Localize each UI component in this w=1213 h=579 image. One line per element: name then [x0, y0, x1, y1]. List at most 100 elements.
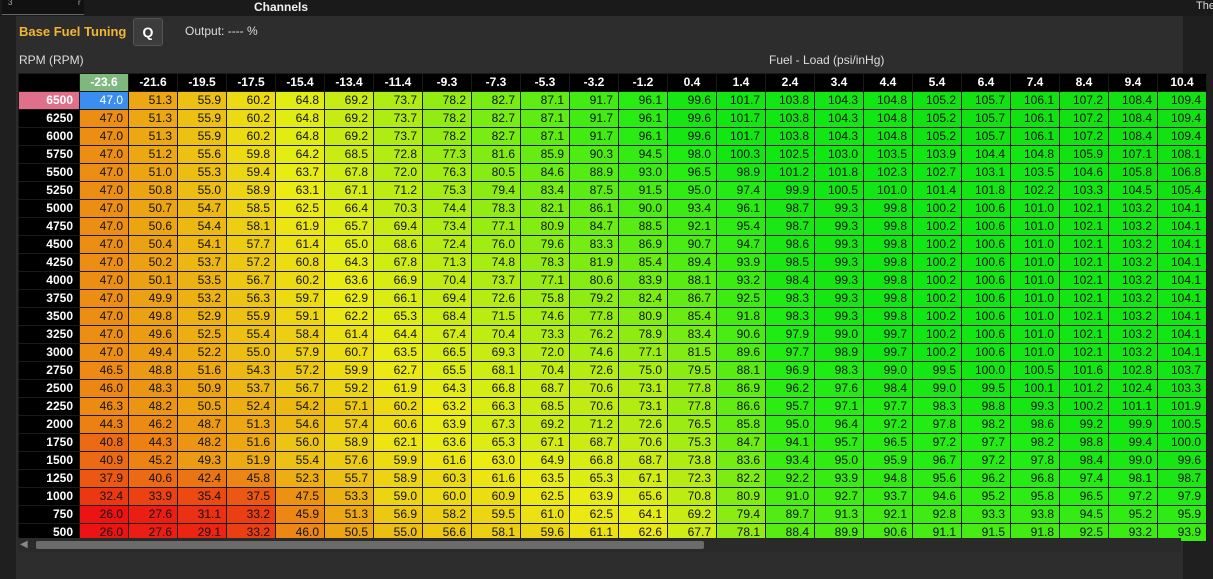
table-cell[interactable]: 101.1: [1109, 398, 1157, 415]
table-cell[interactable]: 103.2: [1109, 308, 1157, 325]
table-cell[interactable]: 104.4: [962, 146, 1010, 163]
table-cell[interactable]: 100.6: [962, 218, 1010, 235]
table-cell[interactable]: 69.4: [423, 290, 471, 307]
table-cell[interactable]: 95.9: [1158, 506, 1206, 523]
table-cell[interactable]: 96.9: [766, 362, 814, 379]
table-cell[interactable]: 48.8: [129, 362, 177, 379]
column-header[interactable]: -21.6: [129, 74, 177, 91]
table-cell[interactable]: 61.4: [325, 326, 373, 343]
table-cell[interactable]: 71.2: [374, 182, 422, 199]
table-cell[interactable]: 100.5: [815, 182, 863, 199]
table-cell[interactable]: 87.1: [521, 92, 569, 109]
table-cell[interactable]: 99.7: [864, 326, 912, 343]
table-cell[interactable]: 62.1: [374, 434, 422, 451]
table-cell[interactable]: 67.4: [423, 326, 471, 343]
column-header[interactable]: -5.3: [521, 74, 569, 91]
table-cell[interactable]: 56.3: [227, 290, 275, 307]
row-header[interactable]: 6500: [19, 92, 79, 109]
table-cell[interactable]: 96.1: [619, 92, 667, 109]
table-cell[interactable]: 99.8: [864, 200, 912, 217]
table-cell[interactable]: 63.2: [423, 398, 471, 415]
table-cell[interactable]: 98.6: [1011, 416, 1059, 433]
table-cell[interactable]: 103.9: [913, 146, 961, 163]
row-header[interactable]: 1750: [19, 434, 79, 451]
table-cell[interactable]: 102.1: [1060, 272, 1108, 289]
table-cell[interactable]: 55.9: [227, 308, 275, 325]
table-cell[interactable]: 57.6: [325, 452, 373, 469]
table-cell[interactable]: 77.8: [668, 380, 716, 397]
table-cell[interactable]: 53.3: [325, 488, 373, 505]
table-cell[interactable]: 45.8: [227, 470, 275, 487]
table-cell[interactable]: 103.2: [1109, 344, 1157, 361]
table-cell[interactable]: 63.6: [423, 434, 471, 451]
table-cell[interactable]: 60.3: [423, 470, 471, 487]
table-cell[interactable]: 63.1: [276, 182, 324, 199]
table-cell[interactable]: 60.2: [374, 398, 422, 415]
row-header[interactable]: 3750: [19, 290, 79, 307]
table-cell[interactable]: 51.9: [227, 452, 275, 469]
table-cell[interactable]: 48.7: [178, 416, 226, 433]
table-cell[interactable]: 66.8: [472, 380, 520, 397]
table-cell[interactable]: 100.6: [962, 254, 1010, 271]
table-cell[interactable]: 47.0: [80, 326, 128, 343]
table-cell[interactable]: 47.0: [80, 182, 128, 199]
table-cell[interactable]: 67.8: [374, 254, 422, 271]
table-cell[interactable]: 85.4: [668, 308, 716, 325]
table-cell[interactable]: 67.3: [472, 416, 520, 433]
table-cell[interactable]: 72.0: [521, 344, 569, 361]
table-cell[interactable]: 50.4: [129, 236, 177, 253]
table-cell[interactable]: 89.6: [717, 344, 765, 361]
table-cell[interactable]: 98.8: [1060, 434, 1108, 451]
table-cell[interactable]: 48.3: [129, 380, 177, 397]
table-cell[interactable]: 105.2: [913, 128, 961, 145]
table-cell[interactable]: 61.9: [276, 218, 324, 235]
table-cell[interactable]: 91.0: [766, 488, 814, 505]
table-cell[interactable]: 65.6: [619, 488, 667, 505]
column-header[interactable]: 1.4: [717, 74, 765, 91]
table-cell[interactable]: 57.1: [325, 398, 373, 415]
table-cell[interactable]: 85.8: [717, 416, 765, 433]
row-header[interactable]: 4250: [19, 254, 79, 271]
table-cell[interactable]: 87.5: [570, 182, 618, 199]
table-cell[interactable]: 96.2: [962, 470, 1010, 487]
table-cell[interactable]: 55.3: [178, 164, 226, 181]
table-cell[interactable]: 83.3: [570, 236, 618, 253]
table-cell[interactable]: 106.8: [1158, 164, 1206, 181]
table-cell[interactable]: 93.2: [717, 272, 765, 289]
table-cell[interactable]: 79.4: [472, 182, 520, 199]
table-cell[interactable]: 80.9: [619, 308, 667, 325]
table-cell[interactable]: 94.7: [717, 236, 765, 253]
table-cell[interactable]: 102.1: [1060, 344, 1108, 361]
table-cell[interactable]: 81.5: [668, 344, 716, 361]
table-cell[interactable]: 88.1: [668, 272, 716, 289]
table-cell[interactable]: 26.0: [80, 506, 128, 523]
table-cell[interactable]: 99.8: [864, 254, 912, 271]
table-cell[interactable]: 45.2: [129, 452, 177, 469]
table-cell[interactable]: 101.0: [1011, 200, 1059, 217]
table-cell[interactable]: 107.1: [1109, 146, 1157, 163]
table-cell[interactable]: 66.4: [325, 200, 373, 217]
table-cell[interactable]: 104.1: [1158, 254, 1206, 271]
table-cell[interactable]: 62.5: [276, 200, 324, 217]
table-cell[interactable]: 71.3: [423, 254, 471, 271]
table-cell[interactable]: 70.4: [521, 362, 569, 379]
table-cell[interactable]: 70.6: [570, 380, 618, 397]
table-cell[interactable]: 100.2: [913, 200, 961, 217]
table-cell[interactable]: 95.2: [1109, 506, 1157, 523]
table-cell[interactable]: 100.2: [913, 218, 961, 235]
table-cell[interactable]: 101.7: [717, 110, 765, 127]
table-cell[interactable]: 69.3: [472, 344, 520, 361]
table-cell[interactable]: 99.8: [864, 272, 912, 289]
table-cell[interactable]: 96.5: [668, 164, 716, 181]
table-cell[interactable]: 83.4: [668, 326, 716, 343]
table-cell[interactable]: 67.1: [325, 182, 373, 199]
table-cell[interactable]: 32.4: [80, 488, 128, 505]
table-cell[interactable]: 100.5: [1011, 362, 1059, 379]
table-cell[interactable]: 96.2: [766, 380, 814, 397]
table-cell[interactable]: 99.8: [864, 218, 912, 235]
table-cell[interactable]: 108.4: [1109, 110, 1157, 127]
table-cell[interactable]: 98.4: [864, 380, 912, 397]
table-cell[interactable]: 60.2: [227, 92, 275, 109]
table-cell[interactable]: 109.4: [1158, 128, 1206, 145]
table-cell[interactable]: 103.2: [1109, 236, 1157, 253]
